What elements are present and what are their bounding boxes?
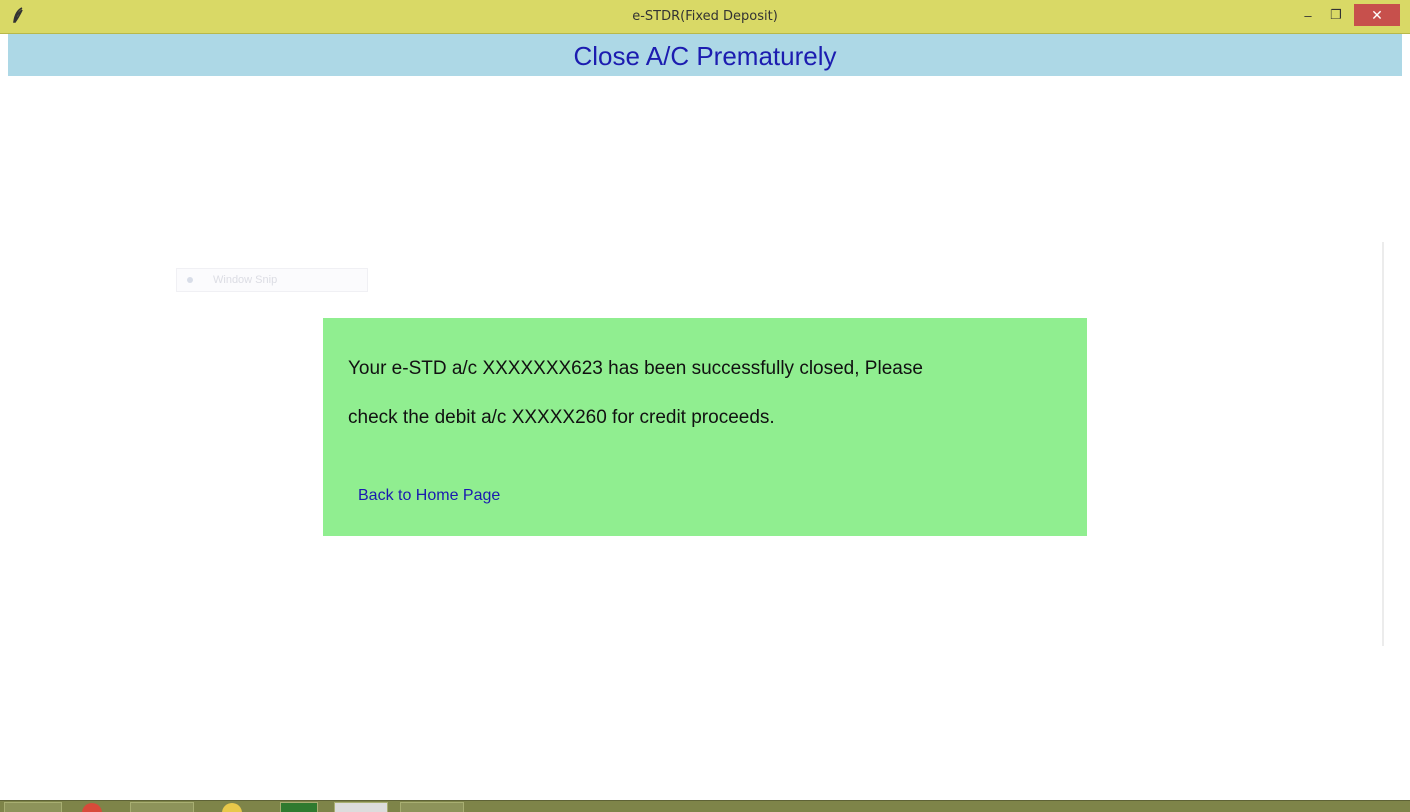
page-header: Close A/C Prematurely	[8, 34, 1402, 76]
message-line-2: check the debit a/c XXXXX260 for credit …	[348, 407, 775, 428]
taskbar-excel-icon[interactable]	[280, 802, 318, 812]
taskbar-window-item[interactable]	[334, 802, 388, 812]
window-titlebar[interactable]: e-STDR(Fixed Deposit) – ❐ ✕	[0, 0, 1410, 34]
close-button[interactable]: ✕	[1354, 4, 1400, 26]
restore-button[interactable]: ❐	[1322, 4, 1350, 26]
taskbar-browser-icon[interactable]	[82, 803, 102, 812]
message-line-1: Your e-STD a/c XXXXXXX623 has been succe…	[348, 358, 923, 379]
taskbar	[0, 800, 1410, 812]
back-to-home-link[interactable]: Back to Home Page	[358, 487, 500, 505]
right-divider	[1382, 242, 1384, 646]
taskbar-start-button[interactable]	[4, 802, 62, 812]
snip-label: Window Snip	[213, 274, 278, 286]
success-message-panel: Your e-STD a/c XXXXXXX623 has been succe…	[323, 318, 1087, 536]
window-title: e-STDR(Fixed Deposit)	[632, 9, 778, 24]
snip-tooltip: Window Snip	[176, 268, 368, 292]
snip-dot-icon	[187, 277, 193, 283]
minimize-button[interactable]: –	[1294, 4, 1322, 26]
window-controls: – ❐ ✕	[1294, 4, 1400, 26]
page-title: Close A/C Prematurely	[573, 41, 837, 71]
taskbar-app-icon[interactable]	[222, 803, 242, 812]
taskbar-item[interactable]	[130, 802, 194, 812]
taskbar-item[interactable]	[400, 802, 464, 812]
app-window: e-STDR(Fixed Deposit) – ❐ ✕ Close A/C Pr…	[0, 0, 1410, 812]
